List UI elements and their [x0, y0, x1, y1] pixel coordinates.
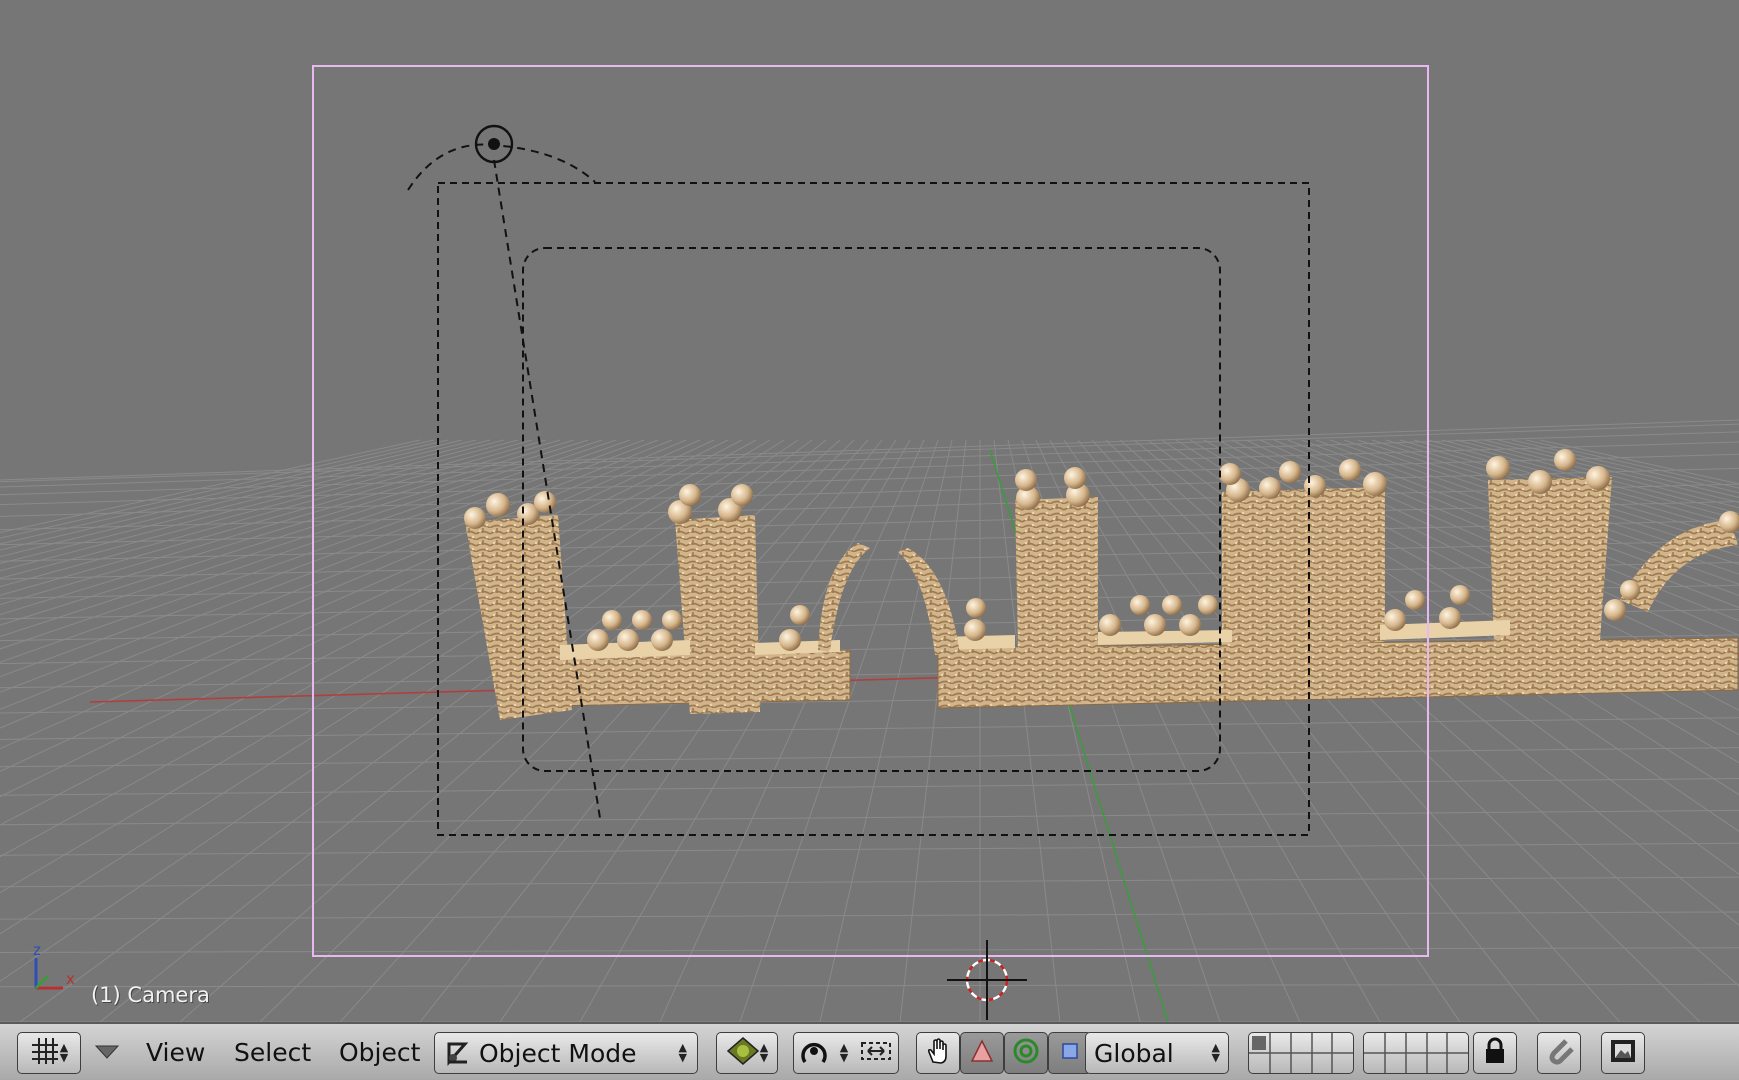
snap-button[interactable]: [1537, 1032, 1581, 1074]
render-button[interactable]: [1601, 1032, 1645, 1074]
object-mode-icon: [445, 1036, 475, 1070]
grid-line: [0, 717, 1739, 740]
pivot-icon[interactable]: [799, 1036, 829, 1070]
3d-cursor-icon[interactable]: [947, 940, 1027, 1020]
grid-line: [0, 911, 1739, 920]
mode-selector[interactable]: Object Mode ▲ ▼: [434, 1032, 698, 1074]
grid-line: [0, 809, 1739, 826]
lock-icon: [1482, 1036, 1508, 1070]
title-safe-frame: [437, 182, 1310, 836]
axis-label-z: z: [33, 941, 41, 959]
pivot-widget-group[interactable]: ▲ ▼: [793, 1032, 899, 1074]
textured-sphere-icon: [726, 1036, 760, 1070]
menu-view[interactable]: View: [146, 1034, 205, 1072]
magnet-icon: [1544, 1036, 1574, 1070]
selector-arrows-icon: ▲ ▼: [759, 1041, 769, 1064]
grid-line: [1105, 439, 1701, 1022]
selector-arrows-icon: ▲ ▼: [839, 1041, 849, 1064]
widget-icon[interactable]: [859, 1036, 893, 1070]
lock-layers-button[interactable]: [1473, 1032, 1517, 1074]
viewport-canvas[interactable]: z x: [0, 0, 1739, 1022]
grid-line: [0, 519, 1739, 562]
grid-line: [0, 777, 1739, 796]
grid-line: [739, 439, 939, 1022]
grid-line: [0, 439, 449, 545]
translate-icon: [968, 1037, 996, 1069]
layer-buttons-group-1[interactable]: [1248, 1032, 1354, 1074]
active-object-label: (1) Camera: [91, 983, 210, 1007]
selector-arrows-icon: ▲ ▼: [1211, 1041, 1220, 1064]
grid-line: [819, 439, 953, 1022]
hand-icon: [923, 1036, 953, 1070]
draw-type-selector[interactable]: ▲ ▼: [716, 1032, 778, 1074]
triangle-down-icon[interactable]: [94, 1040, 120, 1068]
axis-label-x: x: [66, 970, 75, 988]
grid-line: [0, 983, 1739, 988]
render-icon: [1608, 1036, 1638, 1070]
rotate-manipulator[interactable]: [1004, 1032, 1048, 1074]
editor-type-selector[interactable]: ▲ ▼: [17, 1032, 81, 1074]
grid-line: [0, 747, 1739, 768]
selector-arrows-icon: ▲ ▼: [678, 1041, 687, 1064]
menu-object[interactable]: Object: [339, 1034, 420, 1072]
menu-select[interactable]: Select: [234, 1034, 311, 1072]
layer-buttons-group-2[interactable]: [1363, 1032, 1469, 1074]
grid-line: [899, 439, 967, 1022]
manipulator-toggle[interactable]: [916, 1032, 960, 1074]
viewport-header: ▲ ▼ View Select Object Object Mode ▲ ▼ ▲ ▼ …: [0, 1022, 1739, 1080]
axis-gizmo: z x: [33, 941, 75, 990]
3d-viewport[interactable]: z x (1) Camera: [0, 0, 1739, 1022]
grid-line: [339, 439, 869, 1022]
mode-label: Object Mode: [479, 1038, 637, 1068]
grid-icon: [30, 1036, 60, 1070]
translate-manipulator[interactable]: [960, 1032, 1004, 1074]
grid-line: [0, 439, 421, 534]
scale-icon: [1058, 1039, 1082, 1067]
selector-arrows-icon: ▲ ▼: [59, 1041, 69, 1064]
floor-grid: [0, 419, 1739, 1022]
rotate-icon: [1011, 1036, 1041, 1070]
orientation-selector[interactable]: Global ▲ ▼: [1085, 1032, 1229, 1074]
orientation-label: Global: [1094, 1038, 1174, 1068]
grid-line: [0, 876, 1739, 888]
